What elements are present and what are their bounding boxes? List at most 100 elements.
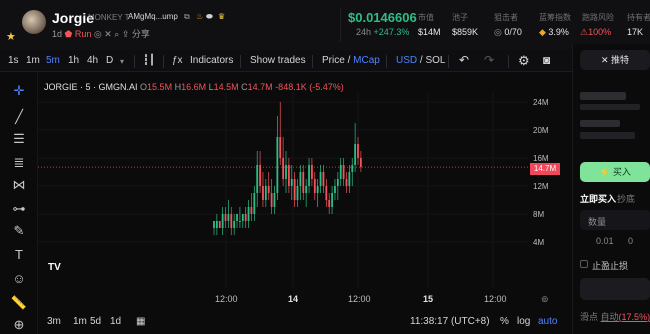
- percent-toggle[interactable]: %: [500, 316, 509, 327]
- twitter-button[interactable]: ✕ 推特: [580, 50, 650, 70]
- star-icon[interactable]: ★: [6, 30, 16, 43]
- stat-value-mcap: $14M: [418, 27, 441, 37]
- legend-title: JORGIE · 5 · GMGN.AI: [44, 82, 138, 92]
- show-trades-button[interactable]: Show trades: [250, 55, 306, 66]
- twitter-icon[interactable]: ✕: [104, 29, 114, 39]
- candle: [290, 165, 293, 200]
- y-tick-label: 8M: [533, 210, 545, 219]
- legend-o-label: O: [140, 82, 148, 92]
- buy-tab-button[interactable]: ⚡ 买入: [580, 162, 650, 182]
- share-label[interactable]: 分享: [132, 29, 150, 39]
- token-header: Jorgie MONKEY T AMgMq...ump ⧉ ♨ ⬬ ♛ 1d ⬟…: [0, 0, 650, 50]
- qty-preset[interactable]: 0: [628, 236, 633, 246]
- candle: [348, 165, 351, 193]
- stat-label-rug: 跑路风险: [582, 13, 614, 22]
- range-1m[interactable]: 1m: [73, 316, 87, 327]
- candle: [359, 151, 362, 172]
- zoom-in-icon[interactable]: ⊕: [10, 316, 28, 334]
- price-mcap-toggle[interactable]: Price / MCap: [322, 55, 380, 66]
- candle: [342, 158, 345, 186]
- candle: [250, 193, 253, 221]
- stop-loss-checkbox[interactable]: [580, 260, 588, 268]
- interval-dropdown-icon[interactable]: ▾: [120, 57, 124, 66]
- candle: [305, 179, 308, 207]
- run-icon: ⬟: [64, 29, 75, 39]
- crosshair-icon[interactable]: ✛: [10, 82, 28, 100]
- range-5d[interactable]: 5d: [90, 316, 101, 327]
- emoji-icon[interactable]: ☺: [10, 270, 28, 288]
- calendar-icon[interactable]: ▦: [136, 316, 145, 327]
- search-icon[interactable]: ⌕: [114, 29, 122, 39]
- candle: [282, 137, 285, 186]
- measure-tool-icon[interactable]: ⊶: [10, 200, 28, 218]
- copy-icon[interactable]: ⧉: [184, 12, 190, 22]
- candle: [241, 214, 244, 228]
- indicators-icon[interactable]: ƒx: [172, 55, 183, 66]
- auto-toggle[interactable]: auto: [538, 316, 557, 327]
- interval-1h[interactable]: 1h: [68, 55, 79, 66]
- tradingview-logo[interactable]: TV: [48, 262, 66, 276]
- change-value: +247.3%: [373, 27, 410, 37]
- sol-option[interactable]: SOL: [425, 55, 445, 66]
- horizontal-lines-icon[interactable]: ☰: [10, 130, 28, 148]
- candle: [322, 165, 325, 193]
- indicators-button[interactable]: Indicators: [190, 55, 233, 66]
- candle: [316, 179, 319, 207]
- undo-icon[interactable]: ↶: [459, 53, 469, 67]
- blurred-content: [580, 132, 635, 139]
- interval-4h[interactable]: 4h: [87, 55, 98, 66]
- stat-value-rug: ⚠100%: [580, 27, 611, 38]
- interval-1m[interactable]: 1m: [26, 55, 40, 66]
- candle: [351, 158, 354, 186]
- usd-option[interactable]: USD: [396, 55, 417, 66]
- interval-1s[interactable]: 1s: [8, 55, 19, 66]
- lightning-icon: ⚡: [599, 167, 613, 177]
- interval-5m[interactable]: 5m: [46, 55, 60, 66]
- website-icon[interactable]: ◎: [94, 29, 104, 39]
- candle: [273, 186, 276, 214]
- current-price-badge: 14.7M: [530, 163, 560, 175]
- camera-icon[interactable]: ◙: [543, 53, 550, 67]
- stat-label-mcap: 市值: [418, 13, 434, 22]
- token-address[interactable]: AMgMq...ump: [128, 12, 178, 21]
- settings-icon[interactable]: ⚙: [518, 53, 530, 69]
- y-tick-label: 4M: [533, 238, 545, 247]
- candle: [319, 165, 322, 193]
- candle-type-icon[interactable]: ┇┃: [143, 55, 155, 66]
- fib-icon[interactable]: ≣: [10, 154, 28, 172]
- range-1d[interactable]: 1d: [110, 316, 121, 327]
- text-tool-icon[interactable]: T: [10, 246, 28, 264]
- chart-settings-icon[interactable]: ⊚: [541, 294, 549, 305]
- buy-submit-button[interactable]: [580, 278, 650, 300]
- pattern-icon[interactable]: ⋈: [10, 176, 28, 194]
- sniper-icon: ◎: [494, 27, 505, 37]
- currency-toggle[interactable]: USD / SOL: [396, 55, 445, 66]
- brush-icon[interactable]: ✎: [10, 222, 28, 240]
- y-tick-label: 12M: [533, 182, 549, 191]
- stat-value-snipers: ◎ 0/70: [494, 27, 522, 38]
- candle: [253, 186, 256, 221]
- trendline-icon[interactable]: ╱: [10, 108, 28, 126]
- slippage-mode[interactable]: 自动: [601, 312, 619, 322]
- candle: [227, 200, 230, 228]
- qty-preset[interactable]: 0.01: [596, 236, 614, 246]
- ruler-icon[interactable]: 📏: [10, 294, 28, 312]
- stat-label-holders: 持有者: [627, 13, 650, 22]
- stat-value-bluechip: ◆ 3.9%: [539, 27, 569, 38]
- mcap-option[interactable]: MCap: [353, 55, 380, 66]
- redo-icon[interactable]: ↷: [484, 53, 494, 67]
- interval-d[interactable]: D: [106, 55, 113, 66]
- candle: [218, 221, 221, 228]
- tab-buy-now[interactable]: 立即买入: [580, 192, 616, 205]
- stop-loss-label: 止盈止损: [592, 261, 629, 271]
- price-option[interactable]: Price: [322, 55, 345, 66]
- share-icon[interactable]: ⇪: [122, 29, 130, 39]
- range-3m[interactable]: 3m: [47, 316, 61, 327]
- token-age: 1d: [52, 29, 63, 39]
- tab-limit[interactable]: 抄底: [617, 192, 635, 205]
- slippage-row[interactable]: 滑点 自动(17.5%): [580, 310, 650, 323]
- token-avatar: [22, 10, 46, 34]
- log-toggle[interactable]: log: [517, 316, 530, 327]
- clock-display[interactable]: 11:38:17 (UTC+8): [410, 316, 490, 327]
- y-tick-label: 16M: [533, 154, 549, 163]
